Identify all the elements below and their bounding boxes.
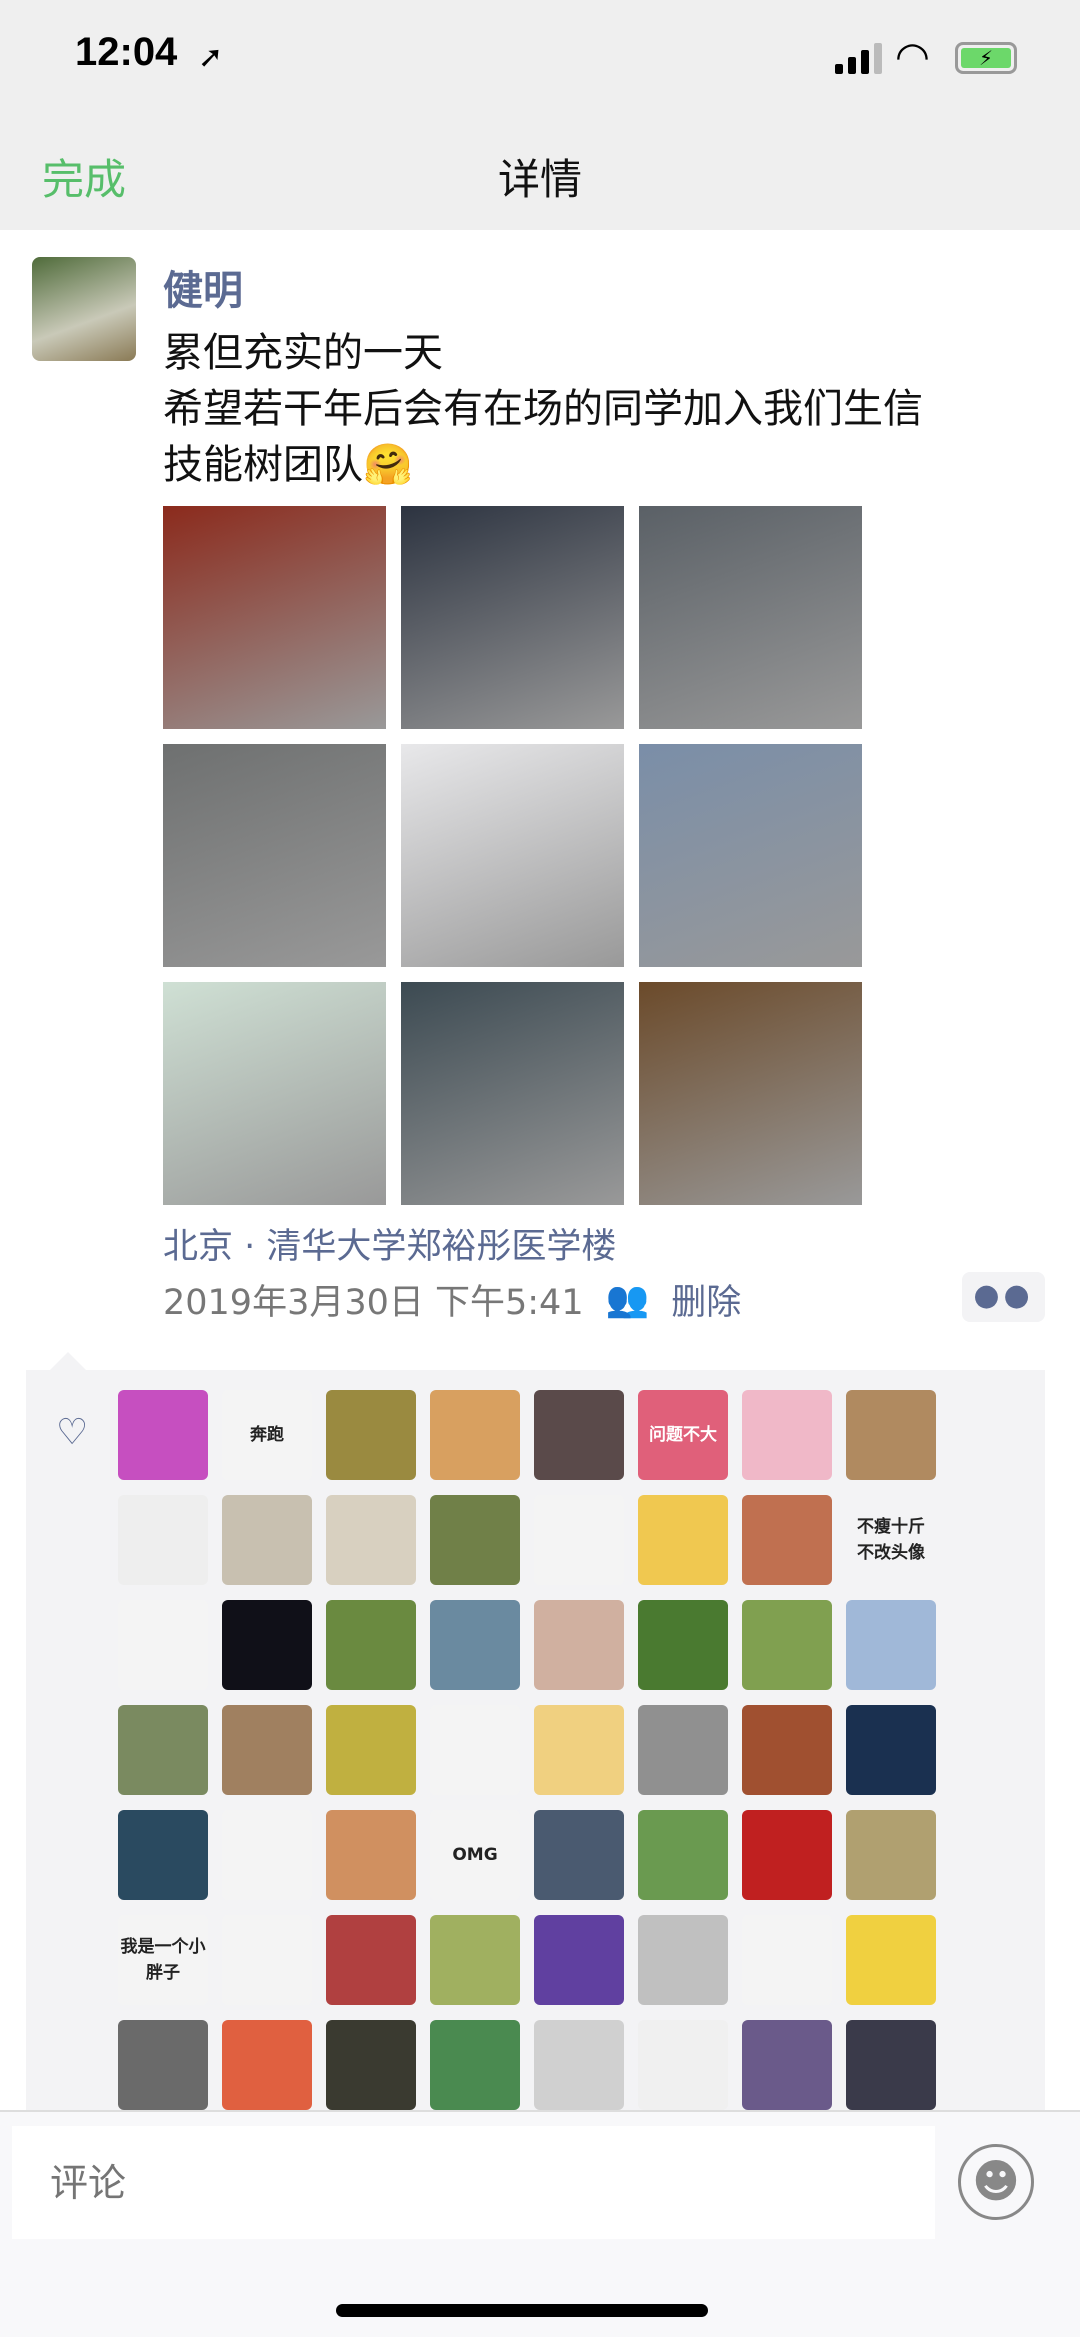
photo-grid (163, 506, 862, 1205)
liker-avatar[interactable] (118, 1705, 208, 1795)
post-photo[interactable] (639, 982, 862, 1205)
timestamp: 2019年3月30日 下午5:41 (163, 1283, 584, 1323)
author-name[interactable]: 健明 (163, 258, 243, 316)
liker-avatar[interactable] (430, 1915, 520, 2005)
liker-avatar[interactable] (326, 2020, 416, 2110)
more-actions-button[interactable]: ●● (962, 1272, 1045, 1322)
top-bar: 12:04 ➚ ◠ ⚡ 完成 详情 (0, 0, 1080, 230)
liker-avatar[interactable] (742, 1705, 832, 1795)
battery-charging-icon: ⚡ (955, 42, 1017, 74)
page-title: 详情 (497, 155, 582, 204)
liker-avatar[interactable] (118, 1810, 208, 1900)
liker-avatar[interactable] (326, 1390, 416, 1480)
liker-avatar[interactable] (846, 2020, 936, 2110)
post-photo[interactable] (163, 744, 386, 967)
liker-avatar[interactable] (846, 1600, 936, 1690)
liker-avatar[interactable] (118, 1495, 208, 1585)
liker-avatar[interactable] (534, 1390, 624, 1480)
liker-avatar[interactable] (222, 1915, 312, 2005)
liker-avatar[interactable] (846, 1810, 936, 1900)
post-photo[interactable] (401, 982, 624, 1205)
heart-icon: ♡ (56, 1412, 89, 1453)
liker-avatar[interactable]: 问题不大 (638, 1390, 728, 1480)
liker-avatar[interactable] (118, 1390, 208, 1480)
comment-input[interactable] (12, 2126, 935, 2239)
liker-avatar[interactable] (222, 1810, 312, 1900)
liker-avatar[interactable] (430, 1390, 520, 1480)
wifi-icon: ◠ (895, 34, 930, 80)
liker-avatar[interactable] (430, 1705, 520, 1795)
liker-avatar[interactable] (638, 2020, 728, 2110)
post-photo[interactable] (163, 982, 386, 1205)
liker-avatar[interactable]: 奔跑 (222, 1390, 312, 1480)
liker-avatar[interactable] (534, 2020, 624, 2110)
liker-avatar[interactable] (742, 1810, 832, 1900)
liker-avatar[interactable] (326, 1705, 416, 1795)
liker-avatar[interactable] (742, 1495, 832, 1585)
liker-avatar[interactable] (430, 1495, 520, 1585)
author-avatar[interactable] (32, 257, 136, 361)
liker-avatar[interactable] (846, 1915, 936, 2005)
post-line: 累但充实的一天 (163, 330, 443, 376)
likes-avatar-grid: 奔跑 问题不大不瘦十斤 不改头像 OMG 我是一个小胖子 (118, 1390, 936, 2110)
liker-avatar[interactable] (742, 1390, 832, 1480)
liker-avatar[interactable] (326, 1495, 416, 1585)
liker-avatar[interactable] (222, 1600, 312, 1690)
post-photo[interactable] (401, 744, 624, 967)
location-arrow-icon: ➚ (198, 40, 224, 75)
liker-avatar[interactable] (534, 1810, 624, 1900)
post-line: 希望若干年后会有在场的同学加入我们生信 (163, 386, 923, 432)
liker-avatar[interactable] (118, 1600, 208, 1690)
liker-avatar[interactable] (222, 1705, 312, 1795)
post-photo[interactable] (163, 506, 386, 729)
liker-avatar[interactable] (638, 1810, 728, 1900)
liker-avatar[interactable] (638, 1495, 728, 1585)
liker-avatar[interactable] (326, 1810, 416, 1900)
friends-visibility-icon: 👥 (605, 1280, 650, 1320)
post-meta: 2019年3月30日 下午5:41 👥 删除 (163, 1274, 741, 1325)
post-photo[interactable] (639, 744, 862, 967)
liker-avatar[interactable]: 不瘦十斤 不改头像 (846, 1495, 936, 1585)
liker-avatar[interactable] (742, 1600, 832, 1690)
home-indicator (336, 2304, 708, 2317)
liker-avatar[interactable] (742, 1915, 832, 2005)
liker-avatar[interactable] (430, 2020, 520, 2110)
liker-avatar[interactable] (534, 1915, 624, 2005)
liker-avatar[interactable] (222, 2020, 312, 2110)
liker-avatar[interactable] (118, 2020, 208, 2110)
liker-avatar[interactable]: OMG (430, 1810, 520, 1900)
liker-avatar[interactable] (534, 1495, 624, 1585)
comment-bar: ☻ (0, 2110, 1080, 2337)
post-photo[interactable] (639, 506, 862, 729)
location-link[interactable]: 北京 · 清华大学郑裕彤医学楼 (163, 1218, 616, 1269)
liker-avatar[interactable] (638, 1705, 728, 1795)
cellular-signal-icon (835, 42, 882, 74)
post-line: 技能树团队🤗 (163, 442, 413, 488)
liker-avatar[interactable] (534, 1600, 624, 1690)
liker-avatar[interactable] (326, 1600, 416, 1690)
liker-avatar[interactable] (742, 2020, 832, 2110)
liker-avatar[interactable] (638, 1600, 728, 1690)
status-time: 12:04 (75, 30, 178, 74)
liker-avatar[interactable] (222, 1495, 312, 1585)
delete-button[interactable]: 删除 (671, 1274, 741, 1325)
likes-panel: ♡ 奔跑 问题不大不瘦十斤 不改头像 OMG 我是一个小胖子 (26, 1370, 1045, 2130)
liker-avatar[interactable] (846, 1390, 936, 1480)
liker-avatar[interactable] (430, 1600, 520, 1690)
post-photo[interactable] (401, 506, 624, 729)
liker-avatar[interactable] (638, 1915, 728, 2005)
post-text: 累但充实的一天 希望若干年后会有在场的同学加入我们生信 技能树团队🤗 (163, 325, 1043, 493)
liker-avatar[interactable] (846, 1705, 936, 1795)
emoji-icon[interactable]: ☻ (958, 2144, 1034, 2220)
liker-avatar[interactable] (326, 1915, 416, 2005)
likes-pointer (50, 1352, 86, 1370)
liker-avatar[interactable] (534, 1705, 624, 1795)
liker-avatar[interactable]: 我是一个小胖子 (118, 1915, 208, 2005)
